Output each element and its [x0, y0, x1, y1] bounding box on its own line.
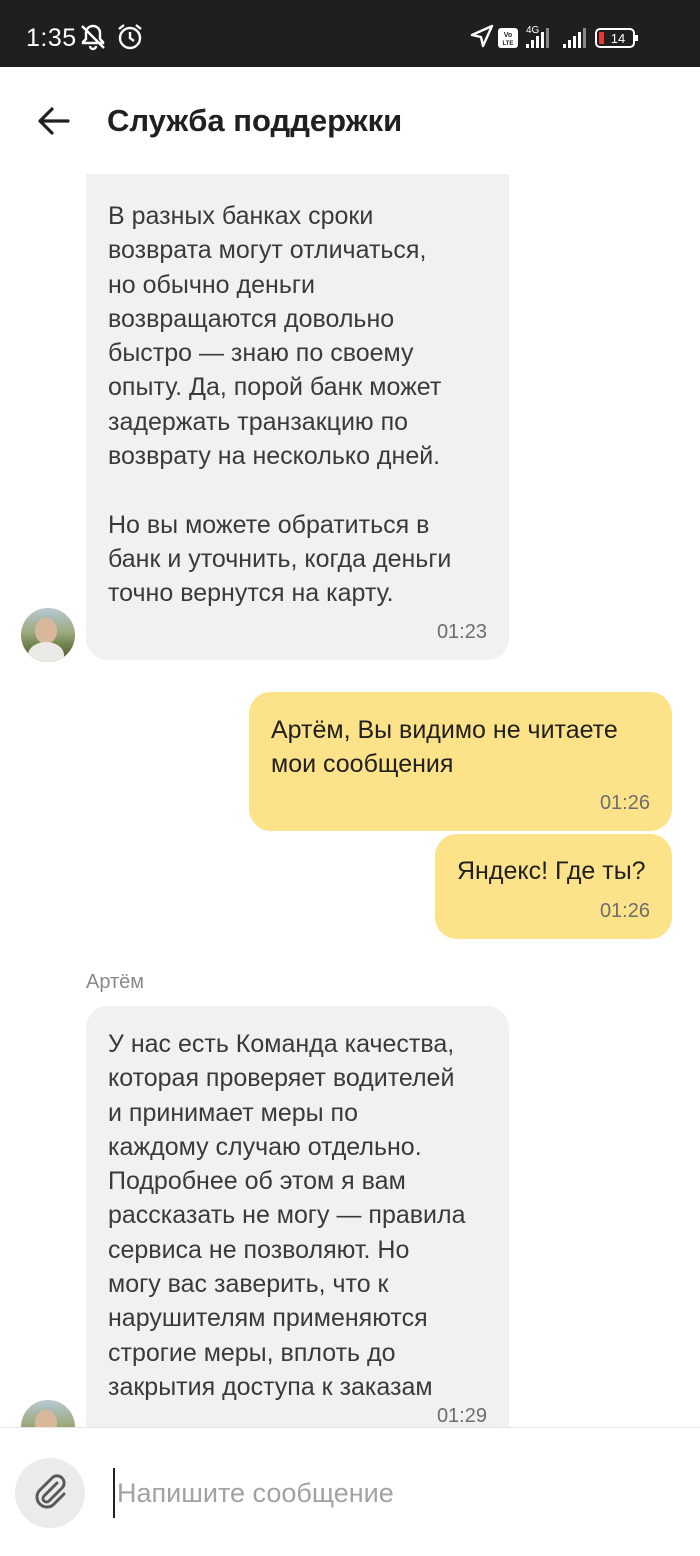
message-text: У нас есть Команда качества, которая про… — [108, 1030, 466, 1401]
svg-text:Vo: Vo — [504, 32, 512, 39]
chat-messages[interactable]: В разных банках сроки возврата могут отл… — [0, 174, 700, 1427]
location-icon — [470, 24, 494, 48]
message-composer — [0, 1427, 700, 1556]
sender-name: Артём — [86, 971, 145, 993]
svg-text:4G: 4G — [526, 25, 540, 36]
message-time: 01:26 — [599, 900, 650, 922]
page-title: Служба поддержки — [107, 103, 403, 138]
avatar-face — [35, 618, 57, 644]
avatar[interactable] — [21, 1400, 75, 1427]
message-time: 01:23 — [436, 621, 487, 643]
message-time: 01:26 — [599, 792, 650, 814]
arrow-left-icon — [38, 106, 70, 140]
message-incoming[interactable]: У нас есть Команда качества, которая про… — [86, 1006, 509, 1427]
avatar[interactable] — [21, 608, 75, 662]
message-text: Яндекс! Где ты? — [457, 857, 646, 885]
signal-icon-2 — [563, 28, 586, 48]
message-input[interactable] — [113, 1468, 673, 1518]
status-icons-svg: Vo LTE 4G 14 — [470, 24, 638, 48]
message-outgoing[interactable]: Яндекс! Где ты? 01:26 — [435, 834, 672, 939]
message-incoming[interactable]: В разных банках сроки возврата могут отл… — [86, 174, 509, 660]
status-bar: 1:35 Vo LTE 4G 14 — [0, 0, 700, 67]
app-header: Служба поддержки — [0, 67, 700, 177]
message-text: В разных банках сроки возврата могут отл… — [108, 202, 452, 608]
status-time: 1:35 — [26, 24, 77, 52]
message-outgoing[interactable]: Артём, Вы видимо не читаете мои сообщени… — [249, 692, 672, 831]
avatar-shirt — [28, 642, 64, 662]
alarm-icon — [115, 22, 145, 57]
back-button[interactable] — [26, 95, 82, 151]
status-icons-right: Vo LTE 4G 14 — [468, 22, 678, 52]
attach-button[interactable] — [15, 1458, 85, 1528]
avatar-face — [35, 1410, 57, 1427]
svg-text:14: 14 — [611, 31, 625, 46]
svg-text:LTE: LTE — [503, 41, 514, 47]
message-text: Артём, Вы видимо не читаете мои сообщени… — [271, 716, 618, 779]
paperclip-icon — [30, 1471, 70, 1516]
message-time: 01:29 — [436, 1405, 487, 1427]
notifications-off-icon — [78, 22, 108, 57]
